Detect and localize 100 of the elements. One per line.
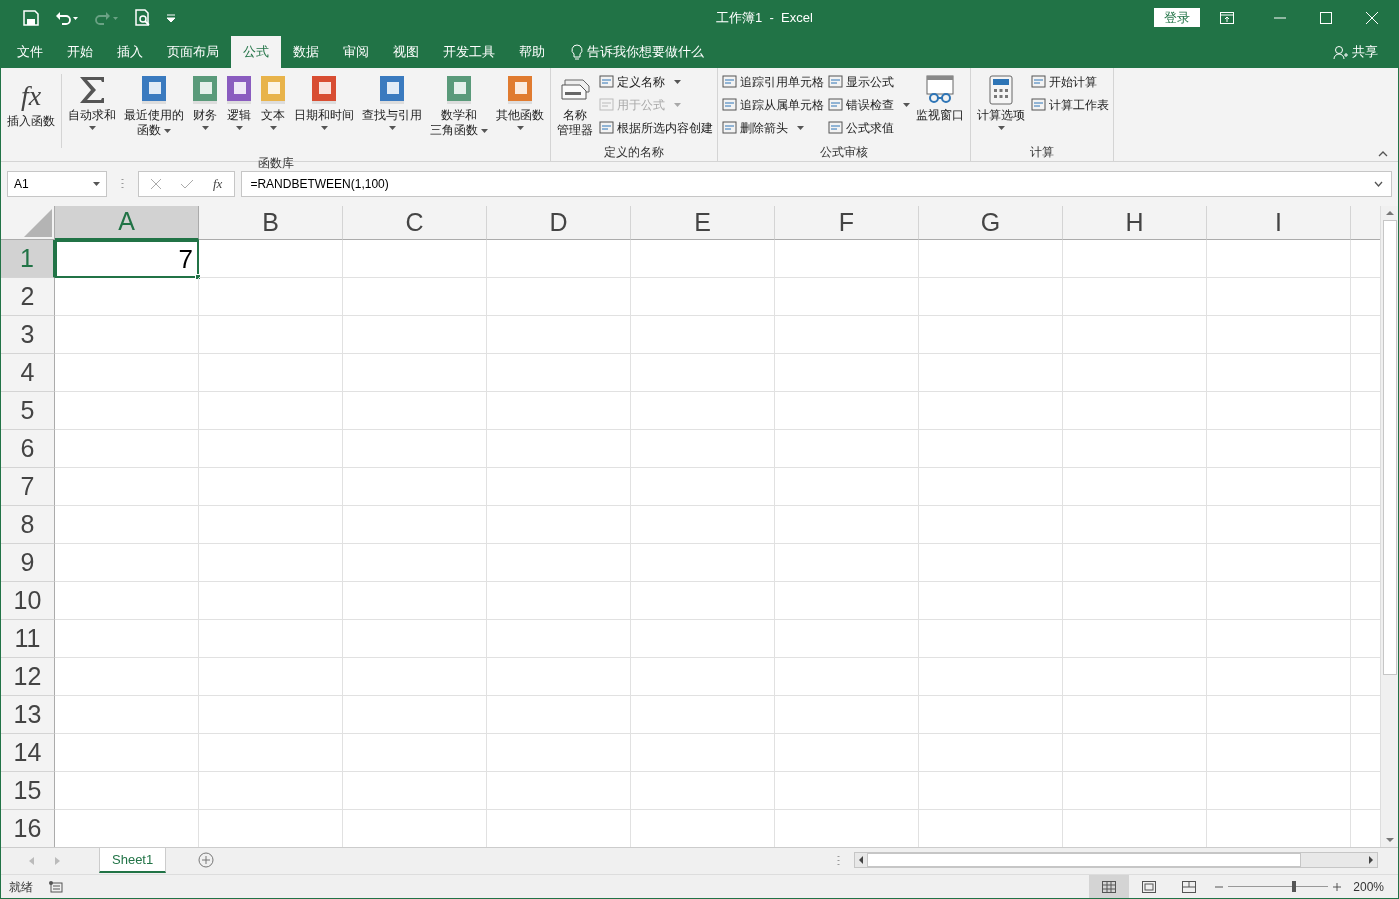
next-sheet-icon[interactable]: [55, 857, 61, 865]
table-cell[interactable]: [1207, 316, 1351, 354]
table-cell[interactable]: [199, 430, 343, 468]
close-icon[interactable]: [1366, 11, 1378, 24]
table-cell[interactable]: [1063, 582, 1207, 620]
ribbon-button[interactable]: 最近使用的 函数: [120, 68, 188, 142]
table-cell[interactable]: [199, 582, 343, 620]
ribbon-button[interactable]: fx 插入函数: [3, 74, 59, 148]
table-cell[interactable]: [919, 392, 1063, 430]
ribbon-button[interactable]: 名称 管理器: [553, 68, 597, 142]
table-cell[interactable]: [199, 734, 343, 772]
table-cell[interactable]: [343, 354, 487, 392]
table-cell[interactable]: [1063, 734, 1207, 772]
table-cell[interactable]: [199, 620, 343, 658]
table-cell[interactable]: [55, 658, 199, 696]
column-header[interactable]: C: [343, 206, 487, 240]
table-cell[interactable]: [487, 354, 631, 392]
ribbon-small-button[interactable]: 计算工作表: [1031, 95, 1109, 114]
menu-tab[interactable]: 视图: [381, 36, 431, 68]
table-cell[interactable]: [775, 430, 919, 468]
table-cell[interactable]: [199, 658, 343, 696]
column-header[interactable]: E: [631, 206, 775, 240]
view-button[interactable]: [1089, 875, 1130, 898]
table-cell[interactable]: [55, 278, 199, 316]
table-cell[interactable]: [631, 240, 775, 278]
share-button[interactable]: 共享: [1333, 36, 1378, 68]
row-header[interactable]: 13: [1, 696, 55, 734]
table-cell[interactable]: [55, 696, 199, 734]
table-cell[interactable]: [199, 544, 343, 582]
table-cell[interactable]: [55, 316, 199, 354]
slider-thumb[interactable]: [1292, 881, 1297, 892]
table-cell[interactable]: [55, 468, 199, 506]
scroll-down-icon[interactable]: [1385, 835, 1394, 845]
table-cell[interactable]: [1063, 772, 1207, 810]
table-cell[interactable]: [487, 506, 631, 544]
table-cell[interactable]: [1063, 354, 1207, 392]
table-cell[interactable]: [775, 582, 919, 620]
zoom-in-icon[interactable]: [1333, 882, 1342, 891]
name-box[interactable]: A1: [7, 171, 107, 197]
table-cell[interactable]: [343, 582, 487, 620]
table-cell[interactable]: [199, 240, 343, 278]
table-cell[interactable]: [631, 392, 775, 430]
table-cell[interactable]: [1207, 506, 1351, 544]
ribbon-button[interactable]: 日期和时间: [290, 68, 358, 142]
table-cell[interactable]: [631, 278, 775, 316]
customize-icon[interactable]: [167, 13, 175, 22]
table-cell[interactable]: [631, 468, 775, 506]
ribbon-button[interactable]: 数学和 三角函数: [426, 68, 492, 142]
menu-tab[interactable]: 数据: [281, 36, 331, 68]
table-cell[interactable]: [631, 620, 775, 658]
table-cell[interactable]: [1207, 240, 1351, 278]
table-cell[interactable]: [199, 468, 343, 506]
table-cell[interactable]: [487, 582, 631, 620]
table-cell[interactable]: [199, 772, 343, 810]
table-cell[interactable]: [55, 620, 199, 658]
table-cell[interactable]: [487, 620, 631, 658]
ribbon-small-button[interactable]: 公式求值: [828, 118, 910, 137]
table-cell[interactable]: [919, 772, 1063, 810]
ribbon-button[interactable]: 查找与引用: [358, 68, 426, 142]
table-cell[interactable]: [199, 354, 343, 392]
table-cell[interactable]: [631, 658, 775, 696]
redo-icon[interactable]: [95, 9, 119, 26]
ribbon-button[interactable]: 文本: [256, 68, 290, 142]
table-cell[interactable]: [919, 544, 1063, 582]
table-cell[interactable]: [55, 544, 199, 582]
table-cell[interactable]: [343, 772, 487, 810]
table-cell[interactable]: [1207, 544, 1351, 582]
column-header[interactable]: F: [775, 206, 919, 240]
row-header[interactable]: 3: [1, 316, 55, 354]
table-cell[interactable]: [1207, 734, 1351, 772]
ribbon-button[interactable]: 财务: [188, 68, 222, 142]
table-cell[interactable]: [775, 620, 919, 658]
table-cell[interactable]: [487, 544, 631, 582]
add-sheet-icon[interactable]: [198, 852, 215, 868]
maximize-icon[interactable]: [1320, 11, 1332, 24]
table-cell[interactable]: [775, 468, 919, 506]
row-header[interactable]: 7: [1, 468, 55, 506]
row-header[interactable]: 15: [1, 772, 55, 810]
table-cell[interactable]: [631, 696, 775, 734]
collapse-ribbon-icon[interactable]: [1378, 151, 1388, 157]
table-cell[interactable]: [775, 316, 919, 354]
row-header[interactable]: 9: [1, 544, 55, 582]
table-cell[interactable]: [919, 468, 1063, 506]
ribbon-button[interactable]: 逻辑: [222, 68, 256, 142]
table-cell[interactable]: [919, 278, 1063, 316]
table-cell[interactable]: [487, 658, 631, 696]
table-cell[interactable]: [1207, 582, 1351, 620]
row-header[interactable]: 6: [1, 430, 55, 468]
row-header[interactable]: 11: [1, 620, 55, 658]
ribbon-button[interactable]: 其他函数: [492, 68, 548, 142]
table-cell[interactable]: [55, 430, 199, 468]
row-header[interactable]: 8: [1, 506, 55, 544]
menu-tab[interactable]: 页面布局: [155, 36, 231, 68]
table-cell[interactable]: [1207, 772, 1351, 810]
table-cell[interactable]: [487, 734, 631, 772]
table-cell[interactable]: [343, 544, 487, 582]
table-cell[interactable]: [487, 696, 631, 734]
zoom-slider[interactable]: [1228, 880, 1329, 893]
table-cell[interactable]: [631, 430, 775, 468]
table-cell[interactable]: [343, 506, 487, 544]
